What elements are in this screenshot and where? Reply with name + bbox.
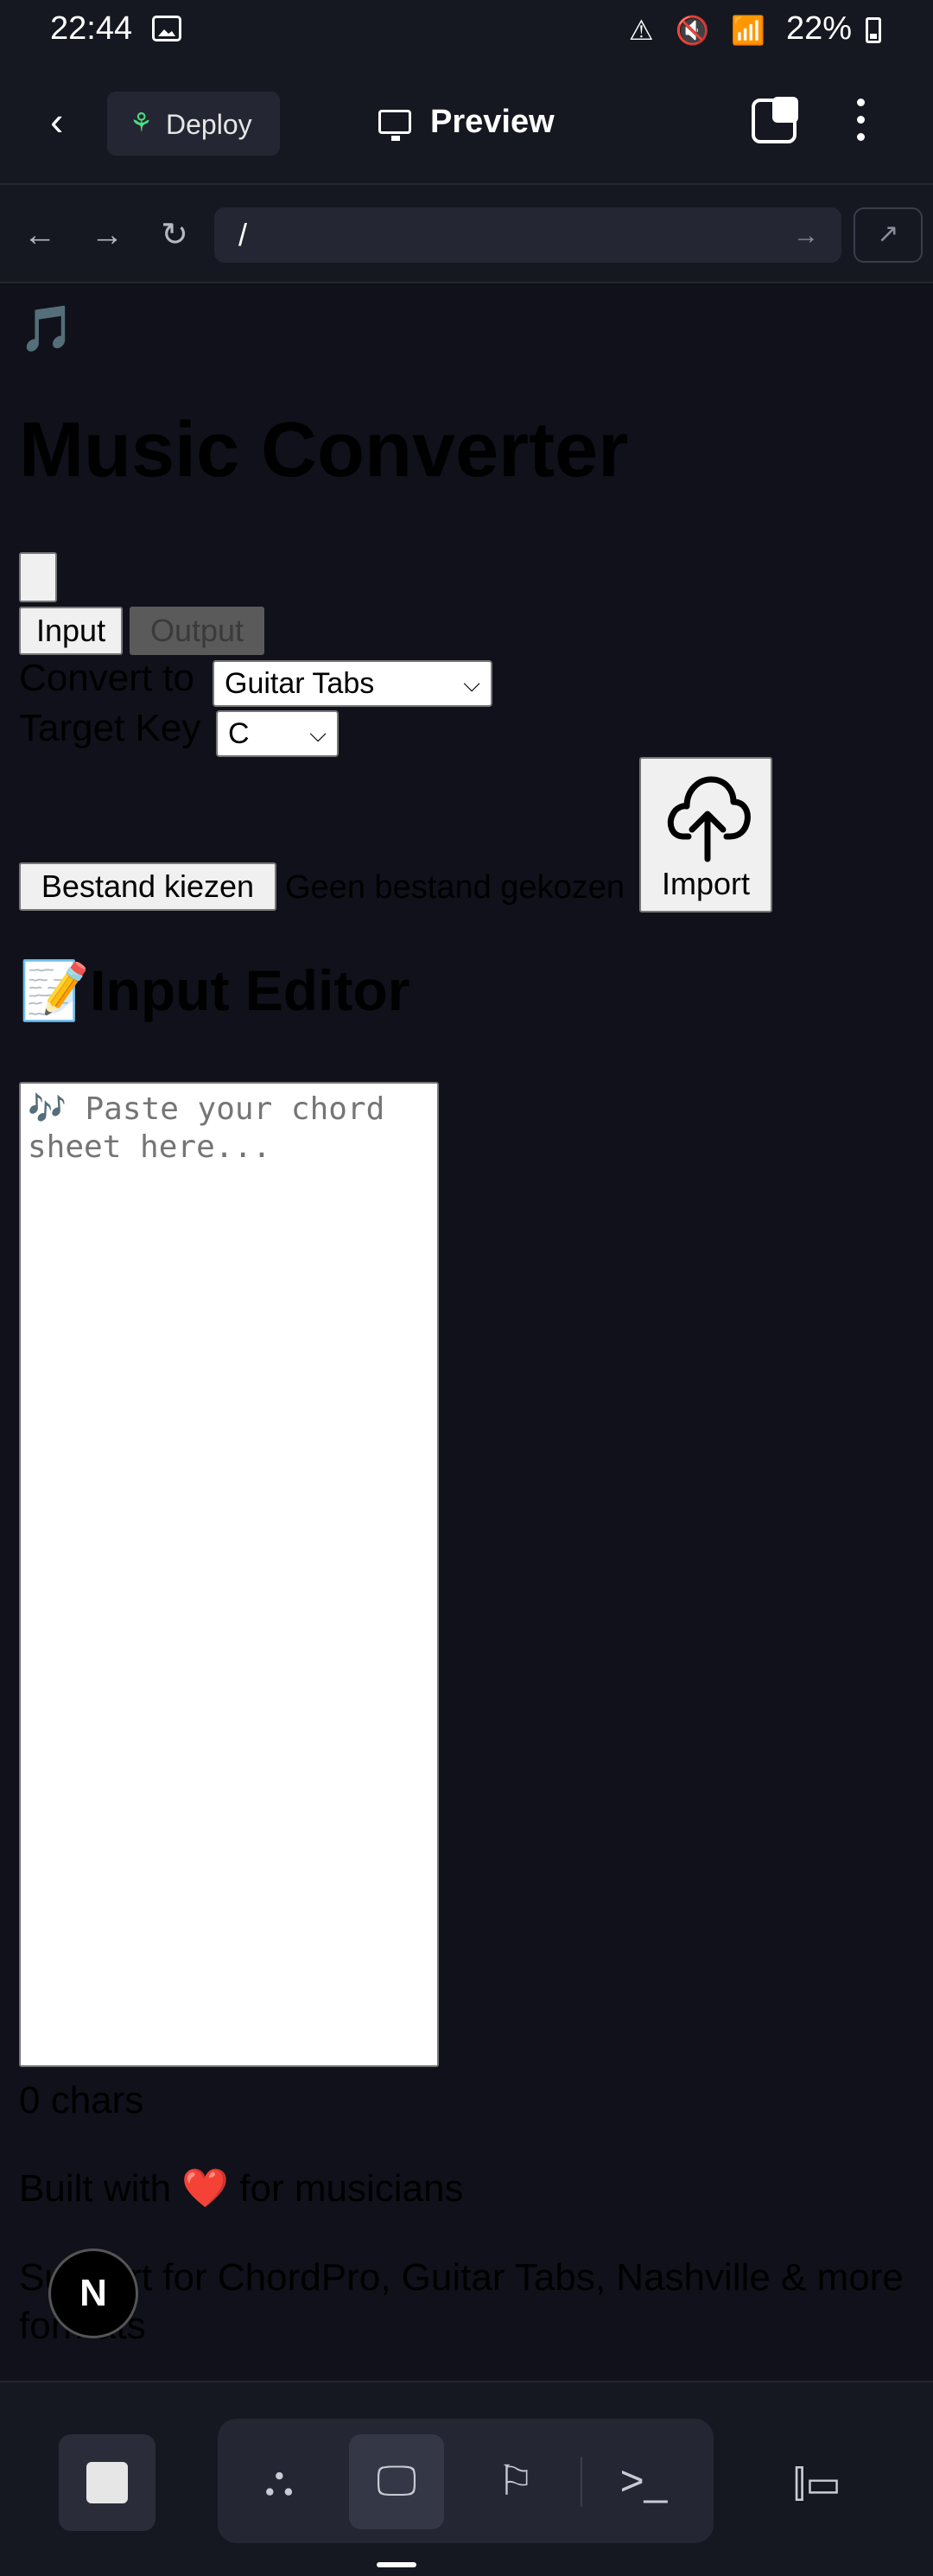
target-key-select[interactable]: C ⌵ — [216, 710, 339, 757]
arrow-left-icon[interactable]: ← — [21, 216, 59, 254]
tab-output[interactable]: Output — [130, 607, 264, 655]
tab-input[interactable]: Input — [19, 607, 124, 655]
more-options-icon[interactable] — [850, 99, 871, 147]
import-label: Import — [661, 866, 751, 901]
music-note-icon: 🎵 — [19, 304, 75, 354]
preview-monitor-icon[interactable]: 🖵 — [349, 2434, 444, 2529]
status-time: 22:44 — [50, 10, 133, 47]
monitor-icon — [378, 110, 411, 141]
gallery-icon — [152, 16, 181, 41]
url-input[interactable] — [214, 207, 841, 263]
agent-icon[interactable]: ⛬ — [232, 2434, 327, 2529]
status-bar: 22:44 ⚠ 🔇 📶 22% — [0, 0, 933, 60]
preview-title[interactable]: Preview — [378, 104, 555, 141]
chevron-down-icon: ⌵ — [463, 671, 480, 696]
deploy-icon: ⚘ — [130, 109, 153, 137]
app-header: ‹ ⚘ Deploy Preview — [0, 60, 933, 185]
stop-button[interactable] — [59, 2434, 156, 2531]
cloud-upload-icon — [667, 776, 751, 862]
char-count: 0 chars — [19, 2079, 144, 2121]
arrow-right-icon[interactable]: → — [88, 216, 126, 254]
choose-file-button[interactable]: Bestand kiezen — [19, 862, 276, 911]
open-external-icon[interactable]: ↗ — [854, 207, 923, 263]
deploy-button[interactable]: ⚘ Deploy — [107, 92, 280, 156]
editor-heading: 📝Input Editor — [19, 958, 410, 1022]
terminal-icon[interactable]: >_ — [596, 2434, 691, 2529]
chevron-left-icon: ‹ — [50, 99, 64, 143]
battery-icon — [866, 17, 881, 43]
chord-sheet-input[interactable] — [19, 1082, 439, 2067]
deploy-label: Deploy — [166, 109, 252, 140]
target-key-label: Target Key — [19, 707, 201, 749]
back-button[interactable]: ‹ — [50, 101, 85, 141]
convert-to-value: Guitar Tabs — [225, 667, 375, 700]
deploy-globe-icon[interactable]: ⚐ — [468, 2434, 563, 2529]
home-indicator[interactable] — [377, 2562, 416, 2567]
side-panel-icon[interactable]: ⫿▭ — [783, 2450, 852, 2519]
tool-group: ⛬ 🖵 ⚐ >_ — [218, 2419, 714, 2543]
browser-bar: ← → ↻ → ↗ — [0, 185, 933, 283]
convert-to-select[interactable]: Guitar Tabs ⌵ — [213, 660, 492, 707]
chevron-down-icon: ⌵ — [309, 721, 327, 747]
footer-built-with: Built with ❤️ for musicians — [19, 2167, 464, 2210]
battery-percent: 22% — [786, 10, 853, 47]
footer-support: Support for ChordPro, Guitar Tabs, Nashv… — [19, 2256, 904, 2347]
go-arrow-icon[interactable]: → — [793, 221, 819, 251]
preview-label: Preview — [430, 104, 555, 140]
status-icons: ⚠ 🔇 📶 — [629, 15, 773, 46]
reload-icon[interactable]: ↻ — [156, 216, 194, 254]
empty-button[interactable] — [19, 552, 57, 602]
nextjs-badge[interactable]: N — [48, 2248, 138, 2338]
page-title: Music Converter — [19, 407, 629, 493]
target-key-value: C — [228, 717, 250, 750]
web-preview: 🎵 Music Converter Input Output Convert t… — [0, 285, 933, 2381]
convert-to-label: Convert to — [19, 657, 194, 699]
file-status: Geen bestand gekozen — [285, 869, 625, 906]
tabs-icon[interactable] — [752, 97, 798, 143]
bottom-toolbar: ⛬ 🖵 ⚐ >_ ⫿▭ — [0, 2381, 933, 2576]
toolbar-divider — [581, 2457, 582, 2507]
import-button[interactable]: Import — [639, 757, 772, 913]
